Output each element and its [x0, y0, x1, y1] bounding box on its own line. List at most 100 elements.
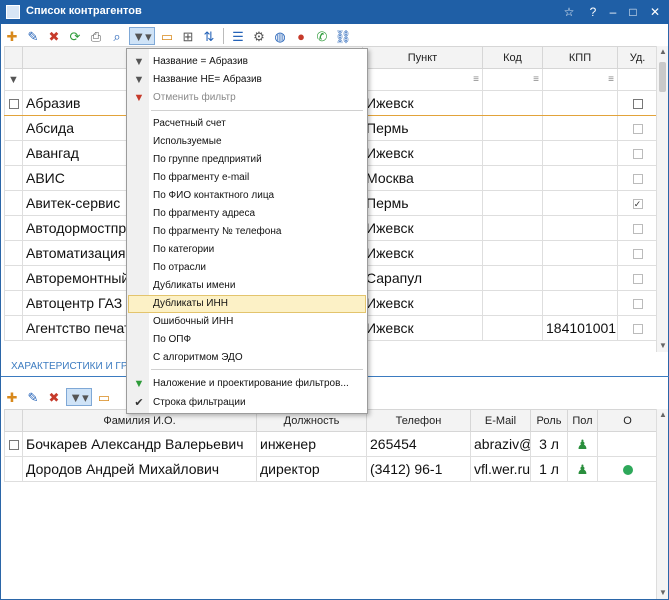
- section-title[interactable]: ХАРАКТЕРИСТИКИ И ГР: [11, 361, 128, 372]
- contacts-header-email[interactable]: E-Mail: [470, 409, 531, 432]
- settings-icon[interactable]: ⚙: [250, 27, 268, 45]
- cell-deleted[interactable]: [617, 315, 658, 341]
- cell-code[interactable]: [482, 90, 543, 116]
- cell-position[interactable]: директор: [256, 456, 367, 482]
- cell-code[interactable]: [482, 140, 543, 166]
- cell-city[interactable]: Сарапул: [362, 265, 483, 291]
- menu-item[interactable]: Используемые: [128, 133, 366, 151]
- cell-city[interactable]: Москва: [362, 165, 483, 191]
- cell-phone[interactable]: 265454: [366, 431, 471, 457]
- deleted-checkbox[interactable]: [632, 99, 643, 110]
- cell-deleted[interactable]: [617, 265, 658, 291]
- deleted-checkbox[interactable]: [632, 124, 643, 135]
- row-select-checkbox[interactable]: [4, 190, 23, 216]
- cell-o[interactable]: [597, 456, 658, 482]
- delete-contact-icon[interactable]: ✖: [45, 388, 63, 406]
- deleted-checkbox[interactable]: ✓: [632, 199, 643, 210]
- column-header-code[interactable]: Код: [482, 46, 543, 69]
- contractors-scrollbar[interactable]: ▲ ▼: [656, 46, 668, 352]
- cell-city[interactable]: Пермь: [362, 190, 483, 216]
- refresh-icon[interactable]: ⟳: [66, 27, 84, 45]
- cell-kpp[interactable]: [542, 240, 618, 266]
- phone-icon[interactable]: ✆: [313, 27, 331, 45]
- cell-kpp[interactable]: [542, 115, 618, 141]
- cell-contact-name[interactable]: Дородов Андрей Михайлович: [22, 456, 257, 482]
- menu-item[interactable]: Дубликаты ИНН: [128, 295, 366, 313]
- contacts-scroll-up-icon[interactable]: ▲: [657, 409, 669, 421]
- filter-cell-city[interactable]: ≡: [362, 68, 483, 91]
- menu-item[interactable]: ✔ Строка фильтрации: [128, 394, 366, 412]
- cell-code[interactable]: [482, 190, 543, 216]
- cell-role[interactable]: 1 л: [530, 456, 568, 482]
- menu-item[interactable]: ▼ Отменить фильтр: [128, 89, 366, 107]
- cell-code[interactable]: [482, 290, 543, 316]
- deleted-checkbox[interactable]: [632, 324, 643, 335]
- cell-phone[interactable]: (3412) 96-1: [366, 456, 471, 482]
- contact-select-checkbox[interactable]: [4, 431, 23, 457]
- edit-contact-icon[interactable]: ✎: [24, 388, 42, 406]
- menu-item[interactable]: По группе предприятий: [128, 151, 366, 169]
- column-header-kpp[interactable]: КПП: [542, 46, 618, 69]
- cell-kpp[interactable]: [542, 190, 618, 216]
- cell-contact-name[interactable]: Бочкарев Александр Валерьевич: [22, 431, 257, 457]
- menu-item[interactable]: Ошибочный ИНН: [128, 313, 366, 331]
- menu-item[interactable]: По фрагменту e-mail: [128, 169, 366, 187]
- cell-role[interactable]: 3 л: [530, 431, 568, 457]
- cell-email[interactable]: vfl.wer.ru: [470, 456, 531, 482]
- cell-kpp[interactable]: [542, 265, 618, 291]
- deleted-checkbox[interactable]: [632, 299, 643, 310]
- maximize-button[interactable]: □: [624, 3, 642, 21]
- menu-item[interactable]: Дубликаты имени: [128, 277, 366, 295]
- filter-cell-deleted[interactable]: [617, 68, 658, 91]
- cell-deleted[interactable]: [617, 215, 658, 241]
- new-icon[interactable]: ✚: [3, 27, 21, 45]
- cell-kpp[interactable]: [542, 290, 618, 316]
- alert-icon[interactable]: ●: [292, 27, 310, 45]
- table-row[interactable]: Дородов Андрей Михайлович директор (3412) …: [4, 456, 658, 482]
- cell-code[interactable]: [482, 240, 543, 266]
- row-select-checkbox[interactable]: [4, 115, 23, 141]
- cell-city[interactable]: Ижевск: [362, 90, 483, 116]
- column-header-city[interactable]: Пункт: [362, 46, 483, 69]
- contacts-header-o[interactable]: О: [597, 409, 658, 432]
- menu-item[interactable]: По отрасли: [128, 259, 366, 277]
- deleted-checkbox[interactable]: [632, 249, 643, 260]
- menu-item[interactable]: По категории: [128, 241, 366, 259]
- checkbox-icon[interactable]: [8, 440, 19, 451]
- cell-deleted[interactable]: [617, 240, 658, 266]
- cell-kpp[interactable]: [542, 215, 618, 241]
- help-button[interactable]: ?: [584, 3, 602, 21]
- cell-gender[interactable]: ♟: [567, 431, 598, 457]
- scroll-thumb[interactable]: [659, 62, 666, 92]
- contacts-filter-icon[interactable]: ▼▾: [66, 388, 92, 406]
- menu-item[interactable]: По ОПФ: [128, 331, 366, 349]
- cell-kpp[interactable]: [542, 165, 618, 191]
- menu-item[interactable]: По фрагменту адреса: [128, 205, 366, 223]
- menu-item[interactable]: С алгоритмом ЭДО: [128, 349, 366, 367]
- favorite-button[interactable]: ☆: [560, 3, 578, 21]
- select-icon[interactable]: ⊞: [179, 27, 197, 45]
- delete-icon[interactable]: ✖: [45, 27, 63, 45]
- cell-city[interactable]: Пермь: [362, 115, 483, 141]
- cell-email[interactable]: abraziv@list.: [470, 431, 531, 457]
- checkbox-icon[interactable]: [8, 99, 19, 110]
- cell-kpp[interactable]: 184101001: [542, 315, 618, 341]
- print-icon[interactable]: ⎙: [87, 27, 105, 45]
- cell-kpp[interactable]: [542, 90, 618, 116]
- globe-icon[interactable]: ◍: [271, 27, 289, 45]
- row-select-checkbox[interactable]: [4, 215, 23, 241]
- cell-city[interactable]: Ижевск: [362, 240, 483, 266]
- contacts-folder-icon[interactable]: ▭: [95, 388, 113, 406]
- contacts-header-phone[interactable]: Телефон: [366, 409, 471, 432]
- edit-icon[interactable]: ✎: [24, 27, 42, 45]
- cell-city[interactable]: Ижевск: [362, 290, 483, 316]
- cell-code[interactable]: [482, 315, 543, 341]
- contacts-scrollbar[interactable]: ▲ ▼: [656, 409, 668, 599]
- link-icon[interactable]: ⛓: [334, 27, 352, 45]
- cell-gender[interactable]: ♟: [567, 456, 598, 482]
- new-contact-icon[interactable]: ✚: [3, 388, 21, 406]
- row-select-checkbox[interactable]: [4, 290, 23, 316]
- close-button[interactable]: ✕: [646, 3, 664, 21]
- filter-cell-code[interactable]: ≡: [482, 68, 543, 91]
- menu-item[interactable]: ▼ Название НЕ= Абразив: [128, 71, 366, 89]
